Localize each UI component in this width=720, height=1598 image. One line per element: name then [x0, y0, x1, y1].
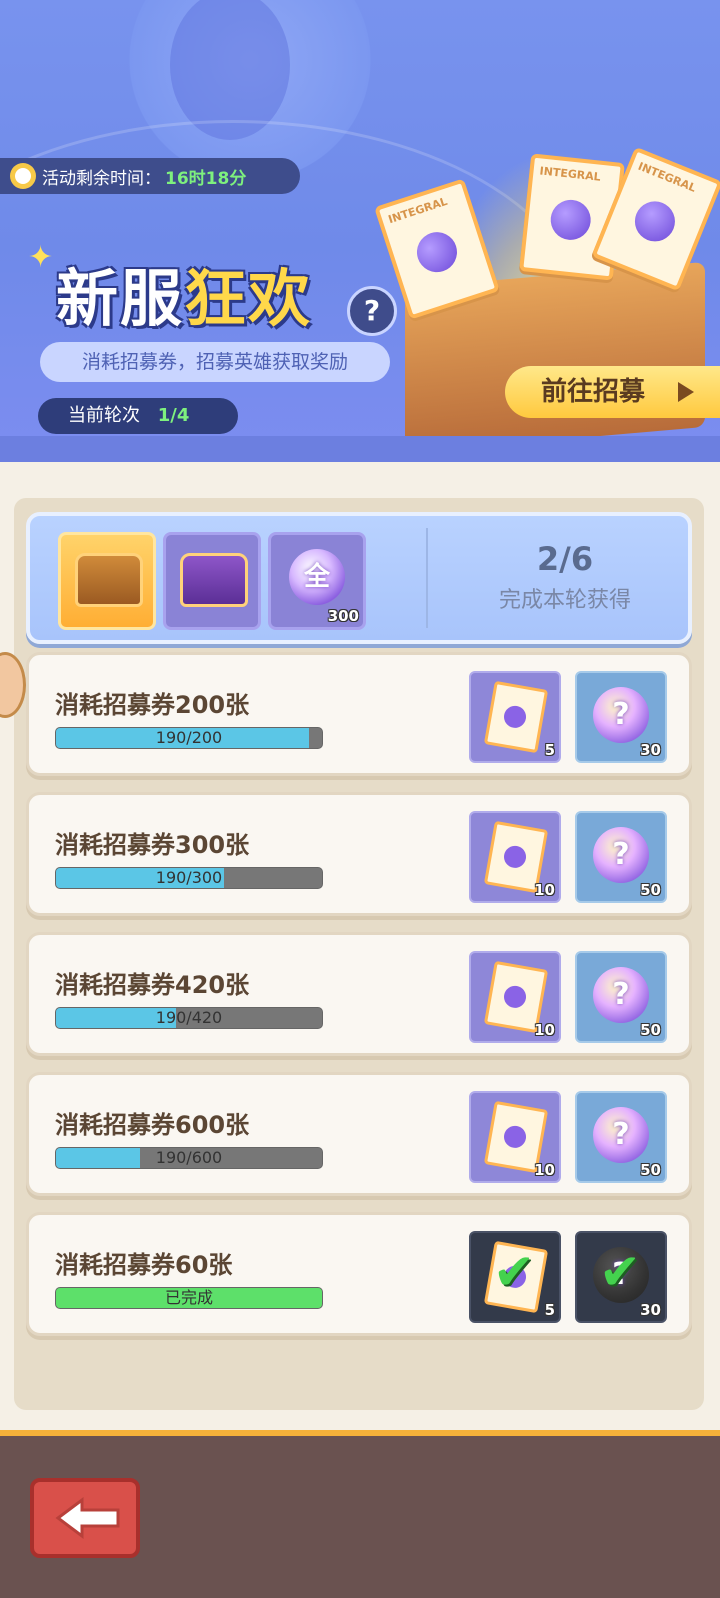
task-row: 消耗招募券60张 已完成 ✔ 5 ? ✔ 30 [26, 1212, 692, 1336]
reward-slot-orb[interactable]: 全 300 [268, 532, 366, 630]
task-progress-bar: 190/420 [55, 1007, 323, 1029]
reward-count: 10 [534, 881, 555, 899]
reward-count: 300 [327, 607, 359, 625]
reward-orb-slot[interactable]: ? 50 [575, 1091, 667, 1183]
round-caption: 完成本轮获得 [498, 588, 631, 613]
reward-count: 5 [544, 1301, 555, 1319]
ticket-icon [483, 680, 549, 754]
reward-count: 50 [640, 1021, 661, 1039]
event-subtitle: 消耗招募券，招募英雄获取奖励 [40, 342, 390, 382]
task-row: 消耗招募券420张 190/420 10 ? 50 [26, 932, 692, 1056]
play-arrow-icon [678, 382, 694, 402]
task-row: 消耗招募券300张 190/300 10 ? 50 [26, 792, 692, 916]
reward-slot-gold-chest[interactable] [58, 532, 156, 630]
reward-orb-slot[interactable]: ? ✔ 30 [575, 1231, 667, 1323]
round-progress: 2/6 [536, 540, 594, 578]
gold-chest-icon [75, 553, 143, 607]
check-icon: ✔ [599, 1243, 641, 1301]
progress-text: 190/420 [155, 1008, 223, 1027]
task-progress-bar: 已完成 [55, 1287, 323, 1309]
current-round: 当前轮次 1/4 [38, 398, 238, 434]
reward-count: 10 [534, 1161, 555, 1179]
clock-icon [10, 163, 36, 189]
orb-icon: 全 [289, 549, 345, 605]
reward-orb-slot[interactable]: ? 50 [575, 811, 667, 903]
reward-ticket-slot[interactable]: 10 [469, 951, 561, 1043]
event-banner: INTEGRAL INTEGRAL INTEGRAL 活动剩余时间： 16时18… [0, 0, 720, 450]
task-name: 消耗招募券300张 [55, 831, 250, 859]
task-row: 消耗招募券600张 190/600 10 ? 50 [26, 1072, 692, 1196]
round-value: 1/4 [157, 405, 190, 426]
task-name: 消耗招募券600张 [55, 1111, 250, 1139]
check-icon: ✔ [493, 1243, 535, 1301]
purple-chest-icon [180, 553, 248, 607]
go-recruit-button[interactable]: 前往招募 [505, 366, 720, 418]
timer-label: 活动剩余时间： [42, 168, 161, 189]
reward-orb-slot[interactable]: ? 30 [575, 671, 667, 763]
task-name: 消耗招募券60张 [55, 1251, 233, 1279]
task-progress-bar: 190/300 [55, 867, 323, 889]
reward-count: 5 [544, 741, 555, 759]
progress-text: 190/300 [155, 868, 223, 887]
task-progress-bar: 190/200 [55, 727, 323, 749]
back-arrow-icon [55, 1497, 120, 1539]
event-title: 新服狂欢 [56, 262, 313, 335]
round-reward-card: 全 300 2/6 完成本轮获得 [26, 512, 692, 644]
reward-ticket-slot[interactable]: 10 [469, 811, 561, 903]
sparkle-icon: ✦ [28, 240, 54, 275]
balloon-decoration [170, 0, 290, 140]
divider [426, 528, 428, 628]
task-name: 消耗招募券420张 [55, 971, 250, 999]
reward-ticket-slot[interactable]: 10 [469, 1091, 561, 1183]
mystery-orb-icon: ? [593, 827, 649, 883]
reward-count: 50 [640, 1161, 661, 1179]
progress-text: 190/200 [155, 728, 223, 747]
reward-slot-purple-chest[interactable] [163, 532, 261, 630]
task-progress-bar: 190/600 [55, 1147, 323, 1169]
reward-ticket-slot[interactable]: ✔ 5 [469, 1231, 561, 1323]
help-button[interactable]: ? [347, 286, 397, 336]
event-timer: 活动剩余时间： 16时18分 [0, 158, 300, 194]
mystery-orb-icon: ? [593, 687, 649, 743]
reward-ticket-slot[interactable]: 5 [469, 671, 561, 763]
reward-count: 10 [534, 1021, 555, 1039]
back-button[interactable] [30, 1478, 140, 1558]
reward-orb-slot[interactable]: ? 50 [575, 951, 667, 1043]
task-name: 消耗招募券200张 [55, 691, 250, 719]
reward-count: 30 [640, 741, 661, 759]
mystery-orb-icon: ? [593, 967, 649, 1023]
progress-text: 已完成 [164, 1288, 213, 1307]
reward-count: 30 [640, 1301, 661, 1319]
reward-count: 50 [640, 881, 661, 899]
mystery-orb-icon: ? [593, 1107, 649, 1163]
progress-text: 190/600 [155, 1148, 223, 1167]
timer-value: 16时18分 [165, 168, 247, 189]
task-row: 消耗招募券200张 190/200 5 ? 30 [26, 652, 692, 776]
round-label: 当前轮次 [68, 405, 140, 426]
